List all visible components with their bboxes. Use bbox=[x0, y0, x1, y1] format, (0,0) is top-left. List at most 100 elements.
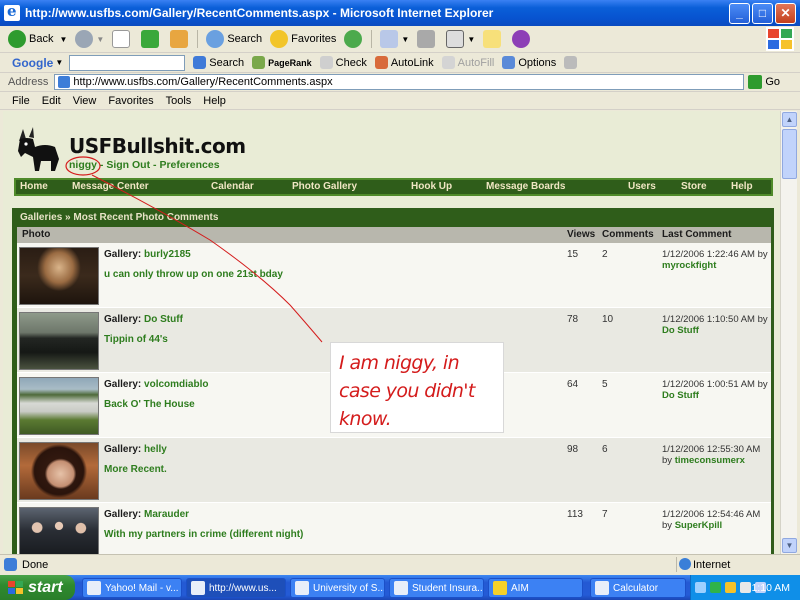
mail-button[interactable]: ▼ bbox=[380, 30, 409, 48]
nav-calendar[interactable]: Calendar bbox=[211, 181, 254, 192]
nav-hook-up[interactable]: Hook Up bbox=[411, 181, 452, 192]
photo-thumbnail[interactable] bbox=[19, 312, 99, 370]
breadcrumb-galleries[interactable]: Galleries bbox=[20, 212, 62, 223]
minimize-button[interactable]: _ bbox=[729, 2, 750, 24]
comment-link[interactable]: u can only throw up on one 21st bday bbox=[104, 269, 283, 280]
start-button[interactable]: start bbox=[0, 575, 75, 600]
history-button[interactable] bbox=[344, 30, 365, 48]
refresh-button[interactable] bbox=[141, 30, 162, 48]
nav-home[interactable]: Home bbox=[20, 181, 48, 192]
google-search-input[interactable] bbox=[69, 54, 186, 71]
preferences-link[interactable]: Preferences bbox=[159, 159, 219, 171]
gallery-link[interactable]: volcomdiablo bbox=[144, 379, 208, 390]
aim-icon bbox=[493, 581, 507, 595]
gallery-link[interactable]: burly2185 bbox=[144, 249, 191, 260]
maximize-button[interactable]: □ bbox=[752, 2, 773, 24]
task-university[interactable]: University of S... bbox=[290, 578, 385, 598]
go-label: Go bbox=[765, 76, 781, 88]
edit-button[interactable]: ▼ bbox=[446, 30, 475, 48]
menu-file[interactable]: File bbox=[12, 95, 30, 107]
nav-photo-gallery[interactable]: Photo Gallery bbox=[292, 181, 357, 192]
chevron-down-icon[interactable]: ▼ bbox=[96, 35, 104, 44]
forward-arrow-icon bbox=[75, 30, 94, 48]
autolink-button[interactable]: AutoLink bbox=[374, 56, 434, 69]
forward-button[interactable]: ▼ bbox=[75, 30, 104, 48]
messenger-button[interactable] bbox=[512, 30, 533, 48]
gallery-link[interactable]: Do Stuff bbox=[144, 314, 183, 325]
nav-users[interactable]: Users bbox=[628, 181, 656, 192]
chevron-down-icon[interactable]: ▼ bbox=[55, 58, 63, 67]
pagerank-label: PageRank bbox=[268, 57, 312, 68]
col-comments: Comments bbox=[602, 229, 654, 240]
google-logo[interactable]: Google bbox=[12, 56, 53, 70]
clock[interactable]: 1:10 AM bbox=[751, 582, 790, 594]
chevron-down-icon[interactable]: ▼ bbox=[467, 35, 475, 44]
username-link[interactable]: niggy bbox=[69, 159, 97, 171]
comment-link[interactable]: Tippin of 44's bbox=[104, 334, 168, 345]
scroll-up-icon[interactable]: ▲ bbox=[782, 112, 797, 127]
zone-label: Internet bbox=[693, 558, 731, 571]
chevron-down-icon[interactable]: ▼ bbox=[401, 35, 409, 44]
scroll-down-icon[interactable]: ▼ bbox=[782, 538, 797, 553]
windows-logo-icon bbox=[766, 27, 794, 51]
comment-link[interactable]: Back O' The House bbox=[104, 399, 195, 410]
comment-link[interactable]: With my partners in crime (different nig… bbox=[104, 529, 303, 540]
print-button[interactable] bbox=[417, 30, 438, 48]
menu-tools[interactable]: Tools bbox=[166, 95, 192, 107]
nav-help[interactable]: Help bbox=[731, 181, 753, 192]
vertical-scrollbar[interactable]: ▲ ▼ bbox=[780, 111, 797, 554]
spell-check-button[interactable]: Check bbox=[319, 56, 367, 69]
tray-network-icon[interactable] bbox=[710, 582, 721, 593]
nav-message-center[interactable]: Message Center bbox=[72, 181, 149, 192]
annotation-note: I am niggy, in case you didn't know. bbox=[330, 342, 504, 433]
task-aim[interactable]: AIM bbox=[488, 578, 583, 598]
pencil-button[interactable] bbox=[564, 56, 580, 69]
home-button[interactable] bbox=[170, 30, 191, 48]
address-input[interactable]: http://www.usfbs.com/Gallery/RecentComme… bbox=[54, 74, 745, 90]
comment-link[interactable]: More Recent. bbox=[104, 464, 167, 475]
gallery-link[interactable]: helly bbox=[144, 444, 167, 455]
last-comment-user[interactable]: Do Stuff bbox=[662, 390, 699, 401]
discuss-button[interactable] bbox=[483, 30, 504, 48]
options-button[interactable]: Options bbox=[502, 56, 556, 69]
pagerank-button[interactable]: PageRank bbox=[252, 56, 312, 69]
search-label: Search bbox=[227, 33, 263, 45]
stop-button[interactable] bbox=[112, 30, 133, 48]
site-title[interactable]: USFBullshit.com bbox=[69, 134, 246, 158]
task-yahoo-mail[interactable]: Yahoo! Mail - v... bbox=[82, 578, 182, 598]
menu-view[interactable]: View bbox=[73, 95, 97, 107]
window-title-bar[interactable]: http://www.usfbs.com/Gallery/RecentComme… bbox=[0, 0, 800, 26]
menu-help[interactable]: Help bbox=[203, 95, 226, 107]
menu-favorites[interactable]: Favorites bbox=[108, 95, 153, 107]
menu-edit[interactable]: Edit bbox=[42, 95, 61, 107]
sign-out-link[interactable]: Sign Out bbox=[106, 159, 150, 171]
last-comment-user[interactable]: SuperKpill bbox=[675, 520, 723, 531]
last-comment-user[interactable]: Do Stuff bbox=[662, 325, 699, 336]
go-button[interactable]: Go bbox=[748, 75, 780, 89]
photo-thumbnail[interactable] bbox=[19, 377, 99, 435]
back-button[interactable]: Back ▼ bbox=[8, 30, 67, 48]
nav-message-boards[interactable]: Message Boards bbox=[486, 181, 565, 192]
close-button[interactable]: ✕ bbox=[775, 2, 796, 24]
last-comment-user[interactable]: myrockfight bbox=[662, 260, 716, 271]
photo-thumbnail[interactable] bbox=[19, 442, 99, 500]
tray-expand-icon[interactable] bbox=[695, 582, 706, 593]
gallery-link[interactable]: Marauder bbox=[144, 509, 189, 520]
tray-volume-icon[interactable] bbox=[740, 582, 751, 593]
google-search-button[interactable]: Search bbox=[193, 56, 244, 69]
search-button[interactable]: Search bbox=[206, 30, 262, 48]
photo-thumbnail[interactable] bbox=[19, 247, 99, 305]
last-comment-user[interactable]: timeconsumerx bbox=[675, 455, 745, 466]
autofill-button[interactable]: AutoFill bbox=[441, 56, 494, 69]
nav-store[interactable]: Store bbox=[681, 181, 707, 192]
task-student-insurance[interactable]: Student Insura... bbox=[389, 578, 484, 598]
favorites-button[interactable]: Favorites bbox=[270, 30, 336, 48]
address-label: Address bbox=[8, 76, 49, 88]
photo-thumbnail[interactable] bbox=[19, 507, 99, 554]
window-title: http://www.usfbs.com/Gallery/RecentComme… bbox=[25, 6, 494, 20]
chevron-down-icon[interactable]: ▼ bbox=[59, 35, 67, 44]
scroll-thumb[interactable] bbox=[782, 129, 797, 179]
task-ie-active[interactable]: http://www.us... bbox=[186, 578, 286, 598]
tray-aim-icon[interactable] bbox=[725, 582, 736, 593]
task-calculator[interactable]: Calculator bbox=[590, 578, 686, 598]
